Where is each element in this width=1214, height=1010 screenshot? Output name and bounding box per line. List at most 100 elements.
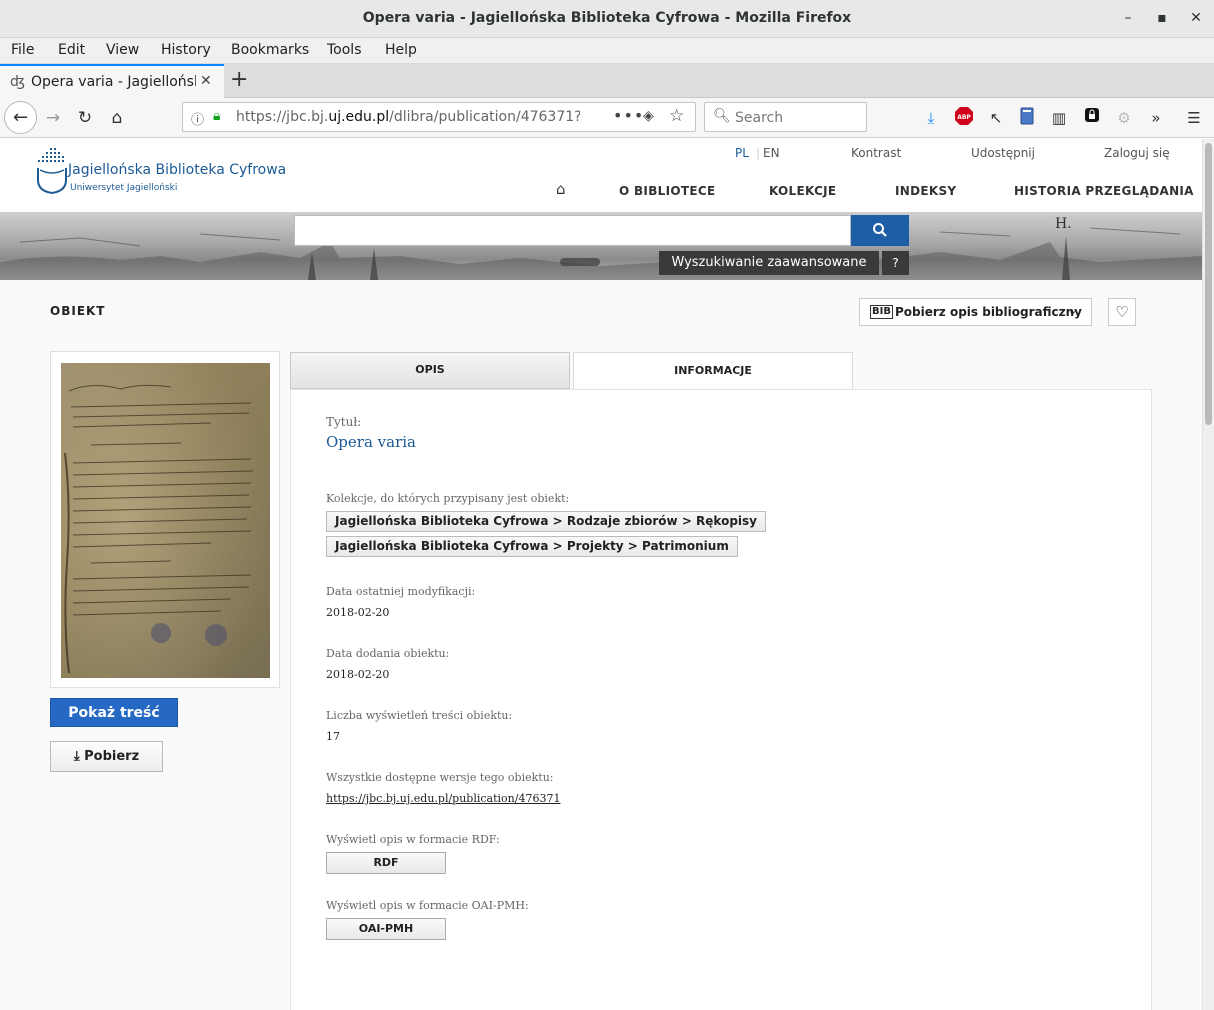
logo-title: Jagiellońska Biblioteka Cyfrowa: [68, 162, 287, 178]
menu-tools[interactable]: Tools: [327, 42, 362, 58]
title-value: Opera varia: [326, 433, 416, 451]
pocket-icon[interactable]: ◈: [643, 108, 654, 124]
collections-label: Kolekcje, do których przypisany jest obi…: [326, 492, 570, 505]
adblock-icon[interactable]: ABP: [953, 107, 975, 129]
page-actions-icon[interactable]: •••: [613, 106, 644, 125]
search-help-button[interactable]: ?: [882, 251, 909, 275]
oai-label: Wyświetl opis w formacie OAI-PMH:: [326, 899, 529, 912]
favorite-heart-button[interactable]: ♡: [1108, 298, 1136, 326]
nav-o-bibliotece[interactable]: O BIBLIOTECE: [619, 184, 715, 198]
login-link[interactable]: Zaloguj się: [1104, 146, 1170, 160]
download-bibliography-label: Pobierz opis bibliograficzny: [895, 305, 1082, 319]
tab-bar: ʤ Opera varia - Jagiellońsk ✕ +: [0, 64, 1214, 98]
section-title: OBIEKT: [50, 304, 106, 318]
menu-help[interactable]: Help: [385, 42, 417, 58]
home-icon[interactable]: ⌂: [103, 104, 131, 132]
site-favicon-icon: ʤ: [10, 74, 25, 90]
menu-bookmarks[interactable]: Bookmarks: [231, 42, 309, 58]
tab-opis[interactable]: OPIS: [290, 352, 570, 389]
bookmark-star-icon[interactable]: ☆: [669, 106, 684, 126]
views-label: Liczba wyświetleń treści obiektu:: [326, 709, 513, 722]
lock-extension-icon[interactable]: [1081, 107, 1103, 129]
collection-chip[interactable]: Jagiellońska Biblioteka Cyfrowa > Rodzaj…: [326, 511, 766, 532]
tab-informacje[interactable]: INFORMACJE: [573, 352, 853, 390]
url-prefix: https://jbc.bj.: [236, 109, 329, 125]
manuscript-page-illustration: [61, 363, 270, 678]
url-path: /dlibra/publication/476371?lan: [389, 109, 580, 125]
nav-historia[interactable]: HISTORIA PRZEGLĄDANIA: [1014, 184, 1194, 198]
overflow-icon[interactable]: »: [1145, 107, 1167, 129]
menu-view[interactable]: View: [106, 42, 139, 58]
lang-pl-link[interactable]: PL: [735, 146, 749, 160]
bib-icon: BIB: [870, 305, 893, 319]
contrast-link[interactable]: Kontrast: [851, 146, 901, 160]
firefox-window: Opera varia - Jagiellońska Biblioteka Cy…: [0, 0, 1214, 1010]
scrollbar-thumb[interactable]: [1205, 143, 1212, 425]
site-search-button[interactable]: [851, 215, 909, 246]
svg-text:H.: H.: [1055, 216, 1072, 232]
nav-kolekcje[interactable]: KOLEKCJE: [769, 184, 836, 198]
maximize-icon[interactable]: ▪: [1152, 8, 1172, 28]
title-label: Tytuł:: [326, 415, 362, 429]
share-link[interactable]: Udostępnij: [971, 146, 1035, 160]
oai-pmh-button[interactable]: OAI-PMH: [326, 918, 446, 940]
manuscript-thumbnail-image[interactable]: [61, 363, 270, 678]
url-text[interactable]: https://jbc.bj.uj.edu.pl/dlibra/publicat…: [236, 109, 580, 125]
close-icon[interactable]: ✕: [1186, 8, 1206, 28]
show-content-button[interactable]: Pokaż treść: [50, 698, 178, 727]
window-title: Opera varia - Jagiellońska Biblioteka Cy…: [362, 10, 852, 26]
browser-search-box[interactable]: 🔍︎: [704, 102, 867, 132]
heart-icon: ♡: [1115, 303, 1129, 321]
browser-search-input[interactable]: [735, 108, 860, 128]
title-bar: Opera varia - Jagiellońska Biblioteka Cy…: [0, 0, 1214, 38]
object-thumbnail-frame[interactable]: [50, 351, 280, 688]
new-tab-icon[interactable]: +: [230, 67, 248, 92]
download-icon[interactable]: ⤓: [920, 107, 942, 129]
hamburger-menu-icon[interactable]: ☰: [1183, 107, 1205, 129]
info-icon[interactable]: ⓘ: [191, 109, 204, 128]
download-icon: ⤓: [73, 749, 80, 764]
lang-en-link[interactable]: EN: [763, 146, 780, 160]
version-link[interactable]: https://jbc.bj.uj.edu.pl/publication/476…: [326, 792, 560, 805]
nav-indeksy[interactable]: INDEKSY: [895, 184, 956, 198]
home-nav-icon[interactable]: ⌂: [556, 180, 566, 198]
download-button[interactable]: ⤓ Pobierz: [50, 741, 163, 772]
lock-icon: 🔒︎: [213, 108, 221, 124]
book-icon[interactable]: [1016, 107, 1038, 129]
extension-gray-icon[interactable]: ⚙: [1113, 107, 1135, 129]
advanced-search-button[interactable]: Wyszukiwanie zaawansowane: [659, 251, 879, 275]
minimize-icon[interactable]: –: [1118, 8, 1138, 28]
sidebar-icon[interactable]: ▥: [1048, 107, 1070, 129]
menu-bar: File Edit View History Bookmarks Tools H…: [0, 38, 1214, 64]
navigation-bar: ← → ↻ ⌂ ⓘ 🔒︎ https://jbc.bj.uj.edu.pl/dl…: [0, 98, 1214, 138]
collection-chip[interactable]: Jagiellońska Biblioteka Cyfrowa > Projek…: [326, 536, 738, 557]
site-search-input[interactable]: [294, 215, 851, 246]
tab-title: Opera varia - Jagiellońsk: [31, 74, 196, 90]
back-icon[interactable]: ←: [4, 101, 37, 134]
rdf-label: Wyświetl opis w formacie RDF:: [326, 833, 500, 846]
web-page: Jagiellońska Biblioteka Cyfrowa Uniwersy…: [0, 139, 1202, 1010]
site-header: Jagiellońska Biblioteka Cyfrowa Uniwersy…: [0, 139, 1202, 212]
search-banner: H. Wyszukiwanie zaawansowane ?: [0, 212, 1202, 280]
forward-icon[interactable]: →: [39, 104, 67, 132]
url-bar[interactable]: ⓘ 🔒︎ https://jbc.bj.uj.edu.pl/dlibra/pub…: [182, 102, 696, 132]
added-label: Data dodania obiektu:: [326, 647, 450, 660]
site-logo[interactable]: Jagiellońska Biblioteka Cyfrowa Uniwersy…: [36, 148, 286, 198]
reload-icon[interactable]: ↻: [71, 104, 99, 132]
rdf-button[interactable]: RDF: [326, 852, 446, 874]
menu-history[interactable]: History: [161, 42, 211, 58]
tab-active[interactable]: ʤ Opera varia - Jagiellońsk ✕: [0, 64, 224, 98]
added-value: 2018-02-20: [326, 668, 390, 681]
views-value: 17: [326, 730, 340, 743]
menu-edit[interactable]: Edit: [58, 42, 85, 58]
page-scrollbar[interactable]: [1202, 139, 1214, 1010]
versions-label: Wszystkie dostępne wersje tego obiektu:: [326, 771, 554, 784]
search-icon: [873, 223, 887, 237]
information-panel: Tytuł: Opera varia Kolekcje, do których …: [290, 389, 1152, 1010]
logo-subtitle: Uniwersytet Jagielloński: [70, 183, 178, 193]
cursor-arrow-icon[interactable]: ↖: [985, 107, 1007, 129]
tab-close-icon[interactable]: ✕: [200, 73, 212, 89]
download-bibliography-button[interactable]: BIB Pobierz opis bibliograficzny ⌄: [859, 298, 1092, 326]
search-icon: 🔍︎: [713, 108, 731, 124]
menu-file[interactable]: File: [11, 42, 34, 58]
